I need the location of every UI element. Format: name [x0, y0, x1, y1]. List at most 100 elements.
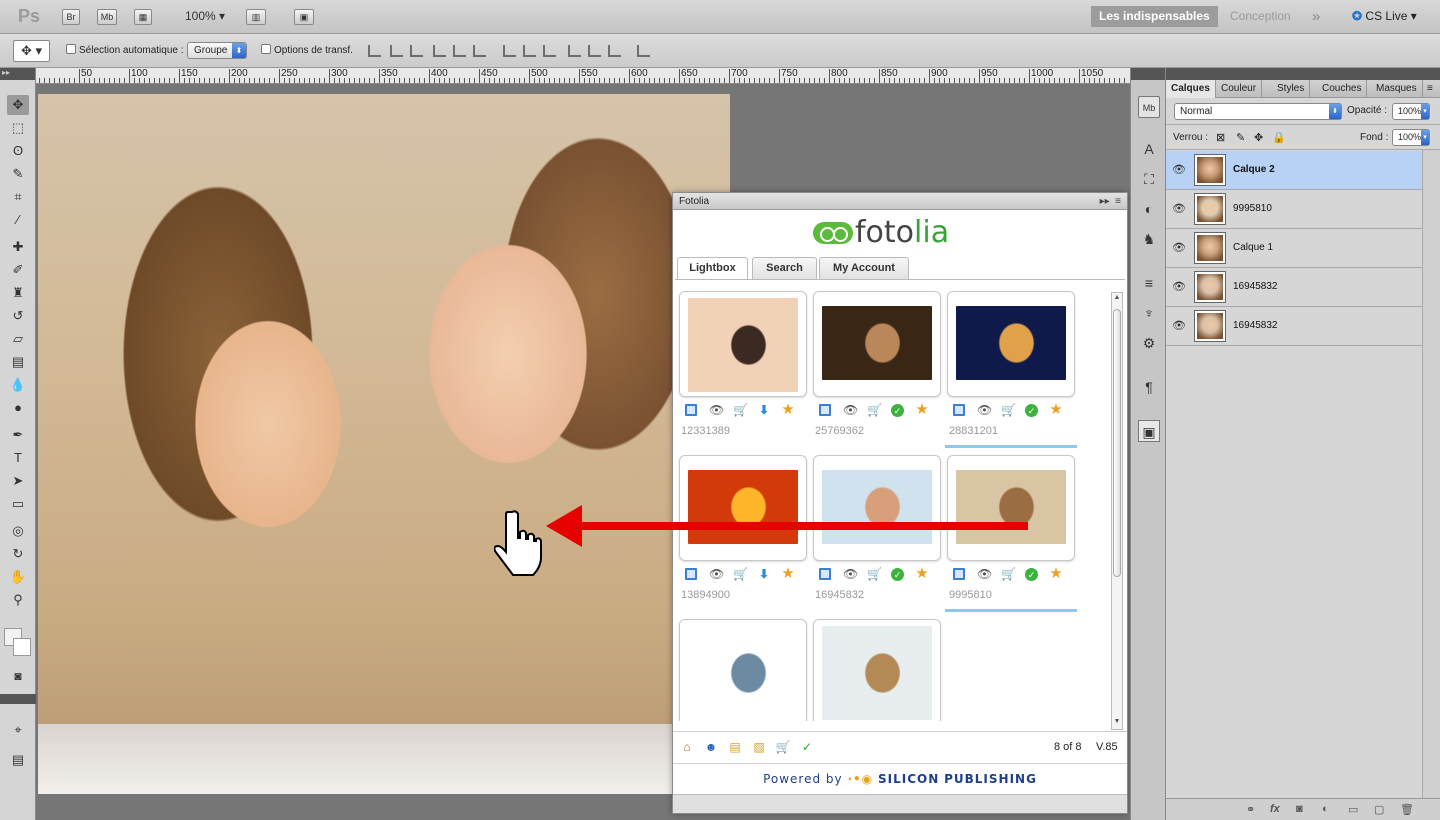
- add-to-cart-icon[interactable]: 🛒: [867, 567, 882, 581]
- eyedropper-tool-icon[interactable]: ⁄: [7, 210, 29, 230]
- workspace-design-button[interactable]: Conception: [1222, 6, 1299, 27]
- scroll-thumb[interactable]: [1113, 309, 1121, 577]
- path-selection-tool-icon[interactable]: ➤: [7, 471, 29, 491]
- align-left-icon[interactable]: [433, 45, 446, 57]
- align-right-icon[interactable]: [473, 45, 486, 57]
- fotolia-extension-icon[interactable]: ▣: [1138, 420, 1160, 442]
- lightbox-thumbnail[interactable]: [679, 455, 807, 561]
- layers-scrollbar[interactable]: [1422, 150, 1440, 798]
- align-bottom-icon[interactable]: [410, 45, 423, 57]
- favorite-star-icon[interactable]: ★: [1049, 402, 1063, 417]
- lightbox-view-icon[interactable]: [685, 568, 697, 580]
- more-workspaces-icon[interactable]: »: [1304, 6, 1328, 27]
- type-tool-icon[interactable]: T: [7, 448, 29, 468]
- new-group-icon[interactable]: ▭: [1348, 803, 1358, 816]
- mini-panel-header[interactable]: [0, 694, 36, 704]
- purchased-check-icon[interactable]: ✓: [891, 568, 904, 581]
- dodge-tool-icon[interactable]: ●: [7, 398, 29, 418]
- transform-controls-checkbox[interactable]: [261, 44, 271, 54]
- lightbox-thumbnail[interactable]: [947, 291, 1075, 397]
- layers-panel-header[interactable]: [1166, 68, 1440, 80]
- add-to-cart-icon[interactable]: 🛒: [733, 403, 748, 417]
- blend-mode-dropdown[interactable]: Normal ⬍: [1174, 103, 1342, 120]
- powered-by-banner[interactable]: Powered by ·•◉ SILICON PUBLISHING: [673, 763, 1127, 793]
- favorite-star-icon[interactable]: ★: [781, 566, 795, 581]
- tools-panel-header[interactable]: ▸▸: [0, 68, 35, 80]
- tab-color[interactable]: Couleur: [1216, 80, 1263, 98]
- download-icon[interactable]: ⬇: [757, 403, 771, 417]
- zoom-level[interactable]: 100% ▾: [185, 9, 225, 23]
- clone-source-panel-icon[interactable]: ♞: [1138, 228, 1160, 250]
- lightbox-view-icon[interactable]: [819, 404, 831, 416]
- lightbox-item[interactable]: 👁 🛒 ✓ ★ 25769362: [811, 289, 943, 449]
- add-to-cart-icon[interactable]: 🛒: [867, 403, 882, 417]
- lock-position-icon[interactable]: ✥: [1254, 131, 1263, 144]
- lock-pixels-icon[interactable]: ✎: [1236, 131, 1245, 144]
- 3d-rotate-tool-icon[interactable]: ◎: [7, 521, 29, 541]
- panel-menu-icon[interactable]: ▸▸ ≡: [1100, 193, 1121, 210]
- cs-live-button[interactable]: ✪ CS Live ▾: [1344, 6, 1425, 27]
- purchased-check-icon[interactable]: ✓: [891, 404, 904, 417]
- blur-tool-icon[interactable]: 💧: [7, 375, 29, 395]
- healing-brush-tool-icon[interactable]: ✚: [7, 237, 29, 257]
- auto-select-option[interactable]: Sélection automatique :: [66, 44, 184, 56]
- add-to-cart-icon[interactable]: 🛒: [1001, 403, 1016, 417]
- transform-panel-icon[interactable]: ⛶: [1138, 168, 1160, 190]
- align-hcenter-icon[interactable]: [453, 45, 466, 57]
- move-tool-icon[interactable]: ✥: [7, 95, 29, 115]
- lightbox-item[interactable]: 👁 🛒 ⬇ ★ 12331389: [677, 289, 809, 449]
- folder-add-icon[interactable]: ▤: [727, 740, 743, 754]
- distribute-hcenter-icon[interactable]: [588, 45, 601, 57]
- tab-masks[interactable]: Masques: [1371, 80, 1423, 98]
- bridge-button[interactable]: Br: [62, 9, 80, 25]
- tab-styles[interactable]: Styles: [1272, 80, 1311, 98]
- distribute-bottom-icon[interactable]: [543, 45, 556, 57]
- crop-tool-icon[interactable]: ⌗: [7, 187, 29, 207]
- preview-icon[interactable]: 👁: [843, 567, 858, 581]
- navigator-icon[interactable]: ⌖: [7, 720, 29, 740]
- scroll-up-icon[interactable]: ▲: [1113, 294, 1121, 304]
- marquee-tool-icon[interactable]: ⬚: [7, 118, 29, 138]
- add-to-cart-icon[interactable]: 🛒: [733, 567, 748, 581]
- arrange-documents-icon[interactable]: ▥: [246, 9, 266, 25]
- shape-tool-icon[interactable]: ▭: [7, 494, 29, 514]
- layer-style-icon[interactable]: fx: [1270, 803, 1280, 815]
- favorite-star-icon[interactable]: ★: [915, 566, 929, 581]
- download-icon[interactable]: ⬇: [757, 567, 771, 581]
- zoom-tool-icon[interactable]: ⚲: [7, 590, 29, 610]
- lightbox-thumbnail[interactable]: [813, 455, 941, 561]
- distribute-left-icon[interactable]: [568, 45, 581, 57]
- delete-layer-icon[interactable]: 🗑: [1400, 803, 1414, 816]
- layer-row[interactable]: 👁 Calque 2: [1166, 151, 1422, 190]
- opacity-arrow-icon[interactable]: ▾: [1421, 104, 1429, 119]
- fill-field[interactable]: 100% ▾: [1392, 129, 1430, 146]
- lightbox-thumbnail[interactable]: [813, 291, 941, 397]
- layer-visibility-eye-icon[interactable]: 👁: [1172, 280, 1186, 293]
- transform-controls-option[interactable]: Options de transf.: [261, 44, 353, 56]
- lightbox-item[interactable]: 👁 🛒 ✓ ★ 9995810: [945, 453, 1077, 613]
- purchased-check-icon[interactable]: ✓: [1025, 404, 1038, 417]
- favorite-star-icon[interactable]: ★: [781, 402, 795, 417]
- cart-icon[interactable]: 🛒: [775, 740, 791, 754]
- fotolia-panel-header[interactable]: Fotolia ▸▸ ≡: [673, 193, 1127, 210]
- auto-align-layers-icon[interactable]: [637, 45, 650, 57]
- paragraph-panel-icon[interactable]: ¶: [1138, 376, 1160, 398]
- workspace-essentials-button[interactable]: Les indispensables: [1091, 6, 1218, 27]
- adjustments-panel-icon[interactable]: ◐: [1138, 198, 1160, 220]
- lightbox-item[interactable]: 👁 🛒 ⬇ ★ 13894900: [677, 453, 809, 613]
- fill-arrow-icon[interactable]: ▾: [1421, 130, 1429, 145]
- dock-header[interactable]: [1131, 68, 1165, 80]
- background-color-swatch[interactable]: [13, 638, 31, 656]
- auto-select-dropdown[interactable]: Groupe ⬍: [187, 42, 247, 59]
- layer-visibility-eye-icon[interactable]: 👁: [1172, 202, 1186, 215]
- lightbox-thumbnail[interactable]: [813, 619, 941, 721]
- auto-select-checkbox[interactable]: [66, 44, 76, 54]
- canvas-photo-layer[interactable]: [38, 94, 730, 794]
- layers-panel-menu-icon[interactable]: ≡: [1422, 80, 1438, 98]
- opacity-field[interactable]: 100% ▾: [1392, 103, 1430, 120]
- lock-transparency-icon[interactable]: ⊠: [1216, 131, 1225, 144]
- add-mask-icon[interactable]: ◙: [1296, 803, 1303, 815]
- lightbox-scrollbar[interactable]: ▲ ▼: [1111, 292, 1123, 730]
- cart-check-icon[interactable]: ✓: [799, 740, 815, 754]
- lightbox-view-icon[interactable]: [685, 404, 697, 416]
